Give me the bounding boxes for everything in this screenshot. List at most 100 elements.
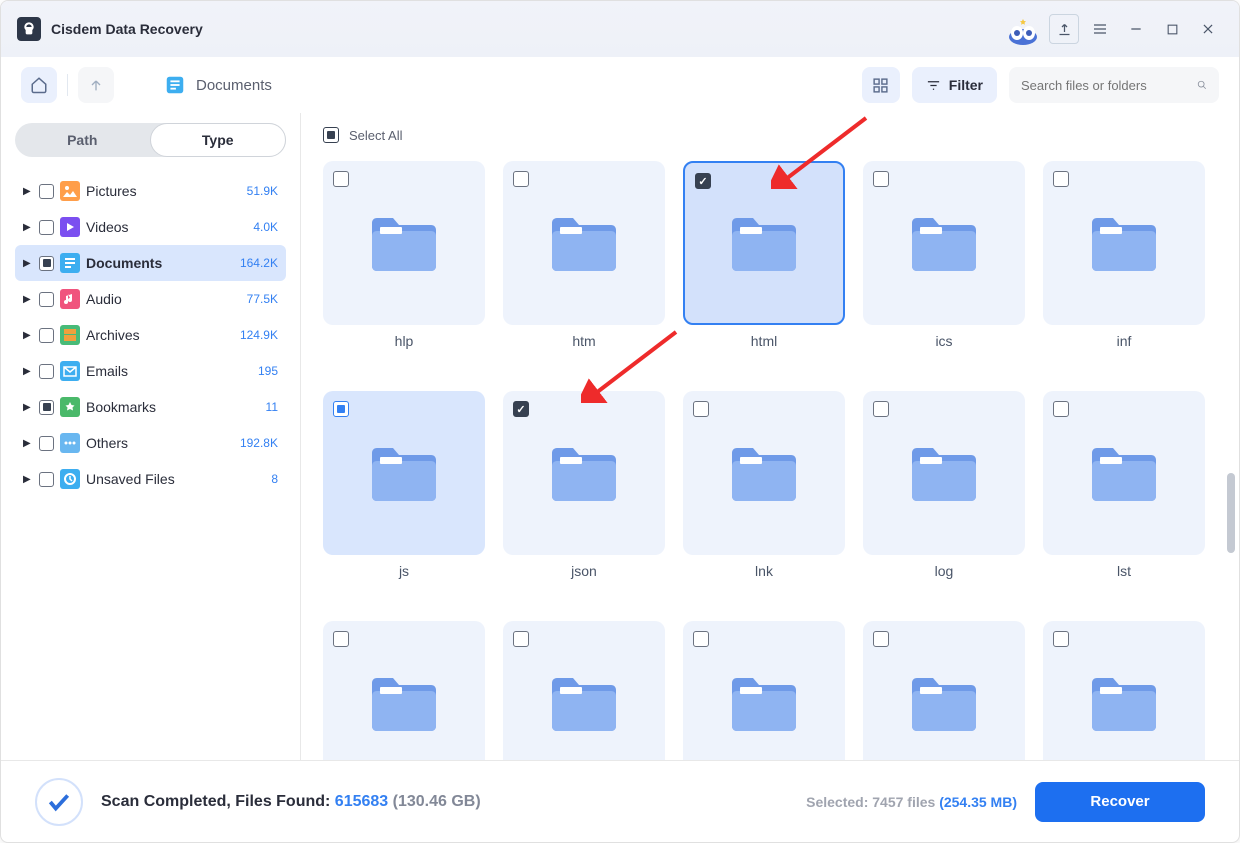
expand-arrow-icon[interactable]: ▶ bbox=[23, 366, 33, 377]
audio-icon bbox=[60, 289, 80, 309]
expand-arrow-icon[interactable]: ▶ bbox=[23, 474, 33, 485]
folder-r15[interactable]: r15 bbox=[1043, 621, 1205, 760]
folder-checkbox[interactable] bbox=[333, 631, 349, 647]
folder-checkbox[interactable] bbox=[1053, 401, 1069, 417]
brand-badge bbox=[1003, 11, 1043, 47]
search-input[interactable] bbox=[1021, 78, 1197, 93]
folder-tile[interactable] bbox=[323, 621, 485, 760]
tree-checkbox[interactable] bbox=[39, 328, 54, 343]
folder-tile[interactable] bbox=[1043, 621, 1205, 760]
tree-checkbox[interactable] bbox=[39, 292, 54, 307]
folder-tile[interactable] bbox=[323, 161, 485, 325]
pictures-icon bbox=[60, 181, 80, 201]
folder-tile[interactable] bbox=[503, 161, 665, 325]
folder-tile[interactable] bbox=[863, 391, 1025, 555]
tree-checkbox[interactable] bbox=[39, 472, 54, 487]
folder-tile[interactable] bbox=[683, 161, 845, 325]
sidebar-item-videos[interactable]: ▶ Videos 4.0K bbox=[15, 209, 286, 245]
folder-checkbox[interactable] bbox=[693, 401, 709, 417]
tree-checkbox[interactable] bbox=[39, 256, 54, 271]
folder-r13[interactable]: r13 bbox=[683, 621, 845, 760]
share-button[interactable] bbox=[1049, 14, 1079, 44]
folder-tile[interactable] bbox=[503, 391, 665, 555]
expand-arrow-icon[interactable]: ▶ bbox=[23, 294, 33, 305]
folder-checkbox[interactable] bbox=[693, 631, 709, 647]
tree-count: 11 bbox=[266, 400, 278, 414]
folder-hlp[interactable]: hlp bbox=[323, 161, 485, 349]
expand-arrow-icon[interactable]: ▶ bbox=[23, 186, 33, 197]
folder-label: inf bbox=[1117, 333, 1132, 349]
expand-arrow-icon[interactable]: ▶ bbox=[23, 222, 33, 233]
tree-checkbox[interactable] bbox=[39, 184, 54, 199]
tree-count: 124.9K bbox=[240, 328, 278, 342]
folder-lst[interactable]: lst bbox=[1043, 391, 1205, 579]
folder-checkbox[interactable] bbox=[513, 631, 529, 647]
minimize-button[interactable] bbox=[1121, 14, 1151, 44]
tab-type[interactable]: Type bbox=[150, 123, 287, 157]
folder-label: lst bbox=[1117, 563, 1131, 579]
folder-checkbox[interactable] bbox=[695, 173, 711, 189]
sidebar-item-emails[interactable]: ▶ Emails 195 bbox=[15, 353, 286, 389]
expand-arrow-icon[interactable]: ▶ bbox=[23, 438, 33, 449]
expand-arrow-icon[interactable]: ▶ bbox=[23, 402, 33, 413]
folder-checkbox[interactable] bbox=[1053, 631, 1069, 647]
maximize-button[interactable] bbox=[1157, 14, 1187, 44]
folder-r11[interactable]: r11 bbox=[323, 621, 485, 760]
statusbar: Scan Completed, Files Found: 615683 (130… bbox=[1, 760, 1239, 842]
select-all-checkbox[interactable] bbox=[323, 127, 339, 143]
folder-checkbox[interactable] bbox=[873, 401, 889, 417]
sidebar-item-archives[interactable]: ▶ Archives 124.9K bbox=[15, 317, 286, 353]
folder-ics[interactable]: ics bbox=[863, 161, 1025, 349]
folder-checkbox[interactable] bbox=[513, 171, 529, 187]
recover-button[interactable]: Recover bbox=[1035, 782, 1205, 822]
tree-label: Bookmarks bbox=[86, 399, 260, 415]
folder-checkbox[interactable] bbox=[333, 401, 349, 417]
filter-button[interactable]: Filter bbox=[912, 67, 997, 103]
close-button[interactable] bbox=[1193, 14, 1223, 44]
folder-label: json bbox=[571, 563, 597, 579]
sidebar-item-unsaved[interactable]: ▶ Unsaved Files 8 bbox=[15, 461, 286, 497]
folder-tile[interactable] bbox=[683, 391, 845, 555]
folder-tile[interactable] bbox=[503, 621, 665, 760]
menu-button[interactable] bbox=[1085, 14, 1115, 44]
expand-arrow-icon[interactable]: ▶ bbox=[23, 258, 33, 269]
folder-htm[interactable]: htm bbox=[503, 161, 665, 349]
tree-checkbox[interactable] bbox=[39, 436, 54, 451]
folder-r12[interactable]: r12 bbox=[503, 621, 665, 760]
folder-inf[interactable]: inf bbox=[1043, 161, 1205, 349]
sidebar-item-documents[interactable]: ▶ Documents 164.2K bbox=[15, 245, 286, 281]
sidebar-segment: Path Type bbox=[15, 123, 286, 157]
tree-checkbox[interactable] bbox=[39, 400, 54, 415]
tree-checkbox[interactable] bbox=[39, 364, 54, 379]
folder-checkbox[interactable] bbox=[1053, 171, 1069, 187]
sidebar-item-others[interactable]: ▶ Others 192.8K bbox=[15, 425, 286, 461]
expand-arrow-icon[interactable]: ▶ bbox=[23, 330, 33, 341]
sidebar-item-audio[interactable]: ▶ Audio 77.5K bbox=[15, 281, 286, 317]
folder-checkbox[interactable] bbox=[873, 631, 889, 647]
up-button[interactable] bbox=[78, 67, 114, 103]
folder-checkbox[interactable] bbox=[513, 401, 529, 417]
tab-path[interactable]: Path bbox=[15, 123, 150, 157]
scrollbar[interactable] bbox=[1227, 473, 1235, 553]
folder-tile[interactable] bbox=[1043, 161, 1205, 325]
tree-label: Documents bbox=[86, 255, 234, 271]
folder-tile[interactable] bbox=[863, 161, 1025, 325]
folder-js[interactable]: js bbox=[323, 391, 485, 579]
folder-html[interactable]: html bbox=[683, 161, 845, 349]
folder-json[interactable]: json bbox=[503, 391, 665, 579]
tree-checkbox[interactable] bbox=[39, 220, 54, 235]
folder-r14[interactable]: r14 bbox=[863, 621, 1025, 760]
folder-tile[interactable] bbox=[863, 621, 1025, 760]
folder-tile[interactable] bbox=[1043, 391, 1205, 555]
search-box[interactable] bbox=[1009, 67, 1219, 103]
sidebar-item-bookmarks[interactable]: ▶ Bookmarks 11 bbox=[15, 389, 286, 425]
folder-log[interactable]: log bbox=[863, 391, 1025, 579]
view-toggle-button[interactable] bbox=[862, 67, 900, 103]
folder-tile[interactable] bbox=[323, 391, 485, 555]
sidebar-item-pictures[interactable]: ▶ Pictures 51.9K bbox=[15, 173, 286, 209]
home-button[interactable] bbox=[21, 67, 57, 103]
folder-tile[interactable] bbox=[683, 621, 845, 760]
folder-checkbox[interactable] bbox=[333, 171, 349, 187]
folder-checkbox[interactable] bbox=[873, 171, 889, 187]
folder-lnk[interactable]: lnk bbox=[683, 391, 845, 579]
